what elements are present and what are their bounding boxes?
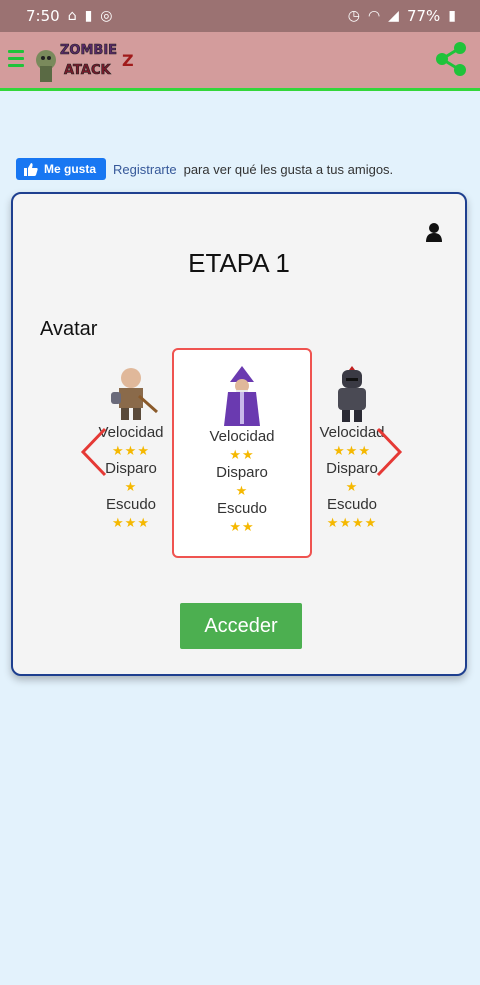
stage-title: ETAPA 1 [188,248,290,278]
battery-level: 77% [406,7,441,25]
knight-sprite [338,366,366,422]
wizard-shot-stars: ★ [235,483,249,498]
battery-icon: ▮ [448,8,456,24]
thumbs-up-icon [24,162,38,176]
logo-line2: ATACK [64,63,112,78]
status-right: ◷ ◠ ◢ 77% ▮ [348,7,456,25]
knight-shot-stars: ★ [345,479,359,494]
wizard-speed-stars: ★★ [229,447,255,462]
avatar-heading: Avatar [40,318,98,340]
wizard-speed-label: Velocidad [209,428,275,445]
stage-card: ETAPA 1 Avatar Velocidad ★★★ Disparo ★ E… [11,192,467,676]
wizard-shot-label: Disparo [216,464,268,481]
facebook-like-button[interactable]: Me gusta [16,158,107,180]
share-icon[interactable] [430,38,472,80]
status-bar: 7:50 ⌂ ▮ ◎ ◷ ◠ ◢ 77% ▮ [0,0,480,32]
warrior-shot-stars: ★ [124,479,138,494]
wizard-sprite [224,366,260,426]
status-time: 7:50 [26,7,60,25]
warrior-sprite [111,368,158,420]
facebook-message: para ver qué les gusta a tus amigos. [183,161,394,177]
chevron-right-icon[interactable] [374,427,404,477]
facebook-like-label: Me gusta [44,162,97,176]
no-disturb-icon: ◎ [100,8,113,24]
app-bar: ZOMBIE ATACK Z [0,32,480,91]
logo-suffix: Z [122,51,134,70]
knight-shield-label: Escudo [326,496,378,513]
warrior-shield-label: Escudo [105,496,157,513]
voicemail-icon: ⌂ [67,8,77,24]
user-icon[interactable] [425,222,443,242]
knight-shield-stars: ★★★★ [326,515,378,530]
facebook-like-row: Me gusta Registrarte para ver qué les gu… [16,158,393,180]
chevron-left-icon[interactable] [79,427,109,477]
warrior-shield-stars: ★★★ [112,515,150,530]
access-button[interactable]: Acceder [180,603,302,649]
status-left: 7:50 ⌂ ▮ ◎ [26,7,113,25]
wizard-shield-stars: ★★ [229,519,255,534]
menu-icon[interactable] [8,50,24,67]
facebook-register-link[interactable]: Registrarte [113,162,177,177]
logo: ZOMBIE ATACK Z [36,43,134,82]
wizard-shield-label: Escudo [216,500,268,517]
logo-line1: ZOMBIE [60,43,117,58]
battery-saver-icon: ▮ [84,8,93,24]
avatar-option-wizard[interactable]: Velocidad ★★ Disparo ★ Escudo ★★ [172,348,312,558]
wifi-icon: ◠ [367,8,381,24]
signal-icon: ◢ [388,8,399,24]
alarm-icon: ◷ [347,8,360,24]
